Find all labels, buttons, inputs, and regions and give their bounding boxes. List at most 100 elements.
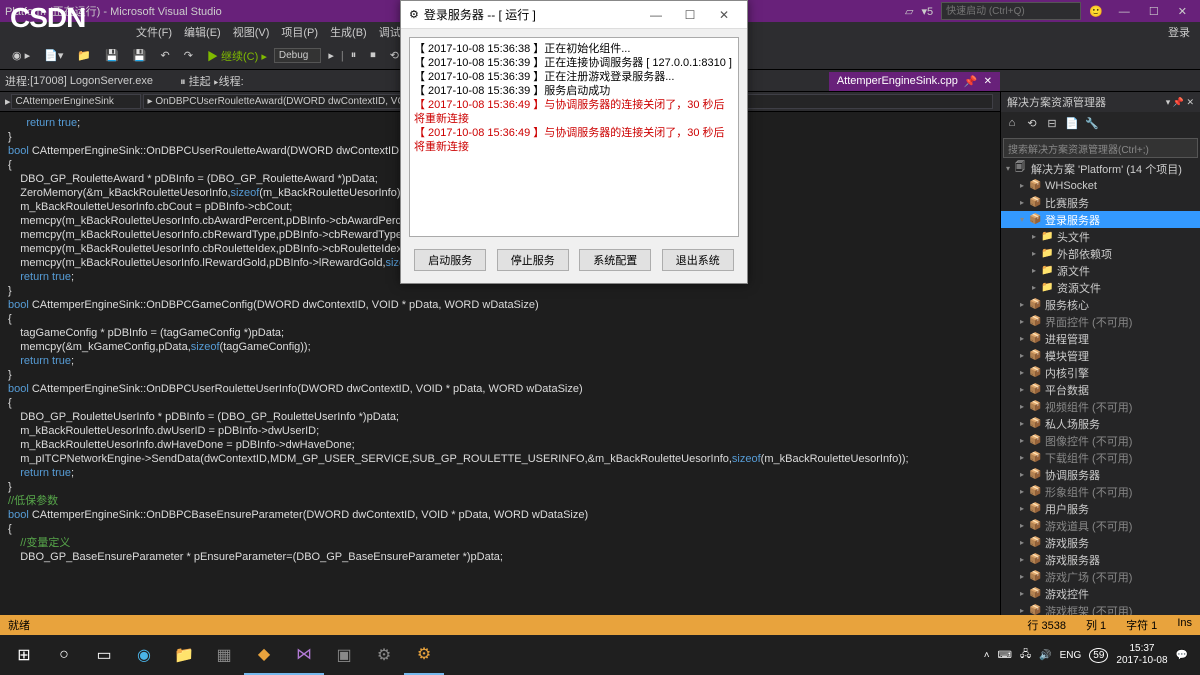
app-icon-3[interactable]: ◆ <box>244 635 284 675</box>
continue-button[interactable]: ▶ 继续(C) ▸ <box>201 46 273 66</box>
flag-icon[interactable]: ▾5 <box>921 5 933 18</box>
network-icon[interactable]: 🖧 <box>1020 647 1031 664</box>
tree-node[interactable]: ▸📦游戏服务 <box>1001 534 1200 551</box>
cortana-icon[interactable]: ○ <box>44 635 84 675</box>
new-button[interactable]: 📄▾ <box>38 47 69 64</box>
menu-file[interactable]: 文件(F) <box>130 24 178 40</box>
tab-close-icon[interactable]: ✕ <box>984 76 992 87</box>
ime-icon[interactable]: ⌨ <box>998 650 1012 661</box>
nav-back-button[interactable]: ◉ ▸ <box>6 47 36 64</box>
tree-node[interactable]: ▸📁头文件 <box>1001 228 1200 245</box>
tree-node[interactable]: ▸📦形象组件 (不可用) <box>1001 483 1200 500</box>
close-button[interactable]: ✕ <box>1170 6 1195 18</box>
file-tab-current[interactable]: AttemperEngineSink.cpp 📌 ✕ <box>829 72 1000 91</box>
app-icon-1[interactable]: ◉ <box>124 635 164 675</box>
stop-button[interactable]: ⏹ <box>364 47 382 64</box>
minimize-button[interactable]: — <box>1111 6 1138 18</box>
process-combo[interactable]: [17008] LogonServer.exe <box>30 75 180 87</box>
editor-tabs: AttemperEngineSink.cpp 📌 ✕ <box>829 70 1000 92</box>
feedback-icon[interactable]: 🙂 <box>1089 5 1103 18</box>
dialog-minimize[interactable]: — <box>641 8 671 22</box>
login-link[interactable]: 登录 <box>1162 24 1200 40</box>
dialog-maximize[interactable]: ☐ <box>675 8 705 22</box>
tree-node[interactable]: ▸📦游戏道具 (不可用) <box>1001 517 1200 534</box>
tree-node[interactable]: ▸📦协调服务器 <box>1001 466 1200 483</box>
tree-node[interactable]: ▸📁资源文件 <box>1001 279 1200 296</box>
tree-node[interactable]: ▸📦下载组件 (不可用) <box>1001 449 1200 466</box>
menu-build[interactable]: 生成(B) <box>324 24 373 40</box>
tree-node[interactable]: ▸📦用户服务 <box>1001 500 1200 517</box>
dialog-log: 【 2017-10-08 15:36:38 】正在初始化组件...【 2017-… <box>409 37 739 237</box>
save-button[interactable]: 💾 <box>99 47 125 64</box>
tree-node[interactable]: ▸📦私人场服务 <box>1001 415 1200 432</box>
vs-taskbar-icon[interactable]: ⋈ <box>284 635 324 675</box>
app-icon-2[interactable]: ▦ <box>204 635 244 675</box>
tree-node[interactable]: ▸📦游戏服务器 <box>1001 551 1200 568</box>
lang-indicator[interactable]: ENG <box>1060 650 1082 661</box>
pin-icon[interactable]: ▾ 📌 ✕ <box>1166 97 1194 108</box>
arrow-button[interactable]: ▸ <box>322 47 340 64</box>
tree-node[interactable]: ▸📦平台数据 <box>1001 381 1200 398</box>
tree-node[interactable]: ▸📦游戏广场 (不可用) <box>1001 568 1200 585</box>
home-icon[interactable]: ⌂ <box>1003 114 1021 132</box>
class-combo[interactable]: CAttemperEngineSink <box>11 94 141 109</box>
tree-node[interactable]: ▸📦内核引擎 <box>1001 364 1200 381</box>
status-ready: 就绪 <box>8 617 30 633</box>
tree-node[interactable]: ▸📁源文件 <box>1001 262 1200 279</box>
taskview-icon[interactable]: ▭ <box>84 635 124 675</box>
taskbar-clock[interactable]: 15:37 2017-10-08 <box>1116 643 1167 667</box>
solution-toolbar: ⌂ ⟲ ⊟ 📄 🔧 <box>1001 112 1200 136</box>
badge[interactable]: 59 <box>1089 648 1108 663</box>
notification-icon[interactable]: ▱ <box>905 5 913 18</box>
dialog-close[interactable]: ✕ <box>709 8 739 22</box>
tree-node[interactable]: ▸📦模块管理 <box>1001 347 1200 364</box>
saveall-button[interactable]: 💾 <box>127 47 153 64</box>
pause-button[interactable]: ⏸ <box>345 47 363 64</box>
tree-node[interactable]: ▸📦WHSocket <box>1001 177 1200 194</box>
maximize-button[interactable]: ☐ <box>1141 6 1167 18</box>
tree-node[interactable]: ▸📦服务核心 <box>1001 296 1200 313</box>
tree-node[interactable]: ▸📦游戏控件 <box>1001 585 1200 602</box>
tray-up-icon[interactable]: ˄ <box>984 650 990 661</box>
action-center-icon[interactable]: 💬 <box>1176 650 1188 661</box>
tree-node[interactable]: ▸📦界面控件 (不可用) <box>1001 313 1200 330</box>
redo-button[interactable]: ↷ <box>178 47 199 64</box>
menu-edit[interactable]: 编辑(E) <box>178 24 227 40</box>
dialog-titlebar[interactable]: ⚙ 登录服务器 -- [ 运行 ] — ☐ ✕ <box>401 1 747 29</box>
solution-search[interactable]: 搜索解决方案资源管理器(Ctrl+;) <box>1003 138 1198 158</box>
quick-launch-input[interactable] <box>941 2 1081 20</box>
start-service-button[interactable]: 启动服务 <box>414 249 486 271</box>
undo-button[interactable]: ↶ <box>155 47 176 64</box>
tree-node[interactable]: ▸📁外部依赖项 <box>1001 245 1200 262</box>
tree-node[interactable]: ▸📦进程管理 <box>1001 330 1200 347</box>
tree-node[interactable]: ▾📦登录服务器 <box>1001 211 1200 228</box>
app-icon-4[interactable]: ▣ <box>324 635 364 675</box>
speaker-icon[interactable]: 🔊 <box>1039 650 1051 661</box>
dialog-title-text: 登录服务器 -- [ 运行 ] <box>424 6 536 23</box>
pin-icon[interactable]: 📌 <box>964 75 978 88</box>
menu-view[interactable]: 视图(V) <box>227 24 276 40</box>
refresh-icon[interactable]: ⟲ <box>1023 114 1041 132</box>
suspend-button[interactable]: ⏸ 挂起 ▸ <box>180 73 219 89</box>
start-button[interactable]: ⊞ <box>4 635 44 675</box>
explorer-icon[interactable]: 📁 <box>164 635 204 675</box>
properties-icon[interactable]: 🔧 <box>1083 114 1101 132</box>
open-button[interactable]: 📁 <box>71 47 97 64</box>
collapse-icon[interactable]: ⊟ <box>1043 114 1061 132</box>
status-col: 列 1 <box>1086 617 1106 633</box>
showall-icon[interactable]: 📄 <box>1063 114 1081 132</box>
process-label: 进程: <box>5 73 30 89</box>
stop-service-button[interactable]: 停止服务 <box>497 249 569 271</box>
tree-node[interactable]: ▸📦图像控件 (不可用) <box>1001 432 1200 449</box>
config-button[interactable]: 系统配置 <box>579 249 651 271</box>
config-combo[interactable]: Debug <box>274 48 321 63</box>
exit-button[interactable]: 退出系统 <box>662 249 734 271</box>
app-icon-6[interactable]: ⚙ <box>404 635 444 675</box>
tree-node[interactable]: ▸📦比赛服务 <box>1001 194 1200 211</box>
solution-root[interactable]: ▾🗐 解决方案 'Platform' (14 个项目) <box>1001 160 1200 177</box>
app-icon-5[interactable]: ⚙ <box>364 635 404 675</box>
tree-node[interactable]: ▸📦游戏框架 (不可用) <box>1001 602 1200 615</box>
solution-tree[interactable]: ▾🗐 解决方案 'Platform' (14 个项目) ▸📦WHSocket▸📦… <box>1001 160 1200 615</box>
tree-node[interactable]: ▸📦视频组件 (不可用) <box>1001 398 1200 415</box>
menu-project[interactable]: 项目(P) <box>275 24 324 40</box>
